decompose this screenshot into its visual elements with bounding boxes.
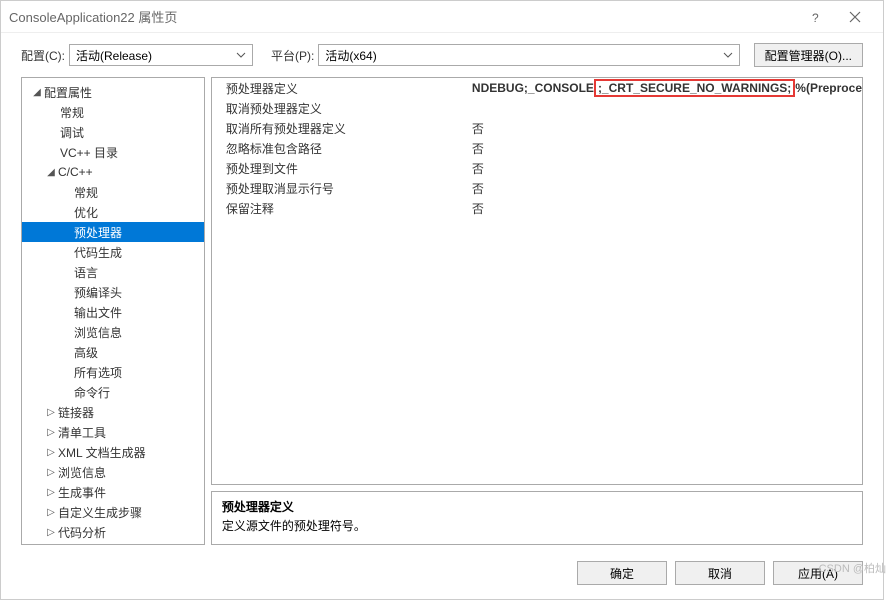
expand-icon: ◢	[44, 167, 58, 178]
right-panel: 预处理器定义 NDEBUG;_CONSOLE;_CRT_SECURE_NO_WA…	[211, 77, 863, 545]
collapse-icon: ▷	[44, 527, 58, 538]
tree-vcdirs[interactable]: VC++ 目录	[22, 142, 204, 162]
grid-label: 预处理器定义	[212, 80, 468, 97]
dialog-footer: 确定 取消 应用(A)	[1, 553, 883, 599]
grid-label: 预处理取消显示行号	[212, 180, 468, 197]
tree-xmldoc[interactable]: ▷XML 文档生成器	[22, 442, 204, 462]
tree-ccpp-pch[interactable]: 预编译头	[22, 282, 204, 302]
grid-row-undef[interactable]: 取消预处理器定义	[212, 98, 862, 118]
property-tree[interactable]: ◢配置属性 常规 调试 VC++ 目录 ◢C/C++ 常规 优化 预处理器 代码…	[22, 78, 204, 544]
tree-linker[interactable]: ▷链接器	[22, 402, 204, 422]
grid-label: 忽略标准包含路径	[212, 140, 468, 157]
grid-row-preproc-defs[interactable]: 预处理器定义 NDEBUG;_CONSOLE;_CRT_SECURE_NO_WA…	[212, 78, 862, 98]
tree-ccpp-output[interactable]: 输出文件	[22, 302, 204, 322]
titlebar: ConsoleApplication22 属性页 ?	[1, 1, 883, 33]
platform-combo[interactable]: 活动(x64)	[318, 44, 739, 66]
tree-general[interactable]: 常规	[22, 102, 204, 122]
tree-ccpp-codegen[interactable]: 代码生成	[22, 242, 204, 262]
grid-value[interactable]: 否	[468, 120, 862, 137]
tree-codeanalysis[interactable]: ▷代码分析	[22, 522, 204, 542]
grid-value[interactable]: NDEBUG;_CONSOLE;_CRT_SECURE_NO_WARNINGS;…	[468, 79, 862, 97]
tree-ccpp-language[interactable]: 语言	[22, 262, 204, 282]
chevron-down-icon	[723, 52, 733, 58]
grid-value[interactable]: 否	[468, 180, 862, 197]
tree-manifest[interactable]: ▷清单工具	[22, 422, 204, 442]
tree-buildevents[interactable]: ▷生成事件	[22, 482, 204, 502]
tree-ccpp-advanced[interactable]: 高级	[22, 342, 204, 362]
grid-label: 保留注释	[212, 200, 468, 217]
property-grid: 预处理器定义 NDEBUG;_CONSOLE;_CRT_SECURE_NO_WA…	[211, 77, 863, 485]
window-title: ConsoleApplication22 属性页	[9, 7, 795, 26]
tree-ccpp-allopts[interactable]: 所有选项	[22, 362, 204, 382]
collapse-icon: ▷	[44, 407, 58, 418]
close-button[interactable]	[835, 3, 875, 31]
config-combo[interactable]: 活动(Release)	[69, 44, 253, 66]
grid-row-ignore-std[interactable]: 忽略标准包含路径否	[212, 138, 862, 158]
config-manager-button[interactable]: 配置管理器(O)...	[754, 43, 863, 67]
collapse-icon: ▷	[44, 447, 58, 458]
apply-button[interactable]: 应用(A)	[773, 561, 863, 585]
collapse-icon: ▷	[44, 427, 58, 438]
tree-browseinfo[interactable]: ▷浏览信息	[22, 462, 204, 482]
grid-row-preproc-file[interactable]: 预处理到文件否	[212, 158, 862, 178]
tree-panel: ◢配置属性 常规 调试 VC++ 目录 ◢C/C++ 常规 优化 预处理器 代码…	[21, 77, 205, 545]
chevron-down-icon	[236, 52, 246, 58]
grid-label: 预处理到文件	[212, 160, 468, 177]
svg-text:?: ?	[812, 11, 819, 24]
collapse-icon: ▷	[44, 507, 58, 518]
grid-value[interactable]: 否	[468, 160, 862, 177]
tree-ccpp[interactable]: ◢C/C++	[22, 162, 204, 182]
platform-label: 平台(P):	[271, 47, 314, 64]
grid-row-keep-comments[interactable]: 保留注释否	[212, 198, 862, 218]
grid-value[interactable]: 否	[468, 200, 862, 217]
description-panel: 预处理器定义 定义源文件的预处理符号。	[211, 491, 863, 545]
grid-row-suppress-line[interactable]: 预处理取消显示行号否	[212, 178, 862, 198]
config-toolbar: 配置(C): 活动(Release) 平台(P): 活动(x64) 配置管理器(…	[1, 33, 883, 77]
description-title: 预处理器定义	[222, 498, 852, 515]
collapse-icon: ▷	[44, 467, 58, 478]
highlight-annotation: ;_CRT_SECURE_NO_WARNINGS;	[594, 79, 795, 97]
tree-ccpp-preprocessor[interactable]: 预处理器	[22, 222, 204, 242]
property-pages-dialog: ConsoleApplication22 属性页 ? 配置(C): 活动(Rel…	[0, 0, 884, 600]
ok-button[interactable]: 确定	[577, 561, 667, 585]
tree-debug[interactable]: 调试	[22, 122, 204, 142]
config-manager-label: 配置管理器(O)...	[765, 47, 852, 64]
grid-label: 取消所有预处理器定义	[212, 120, 468, 137]
config-value: 活动(Release)	[76, 47, 152, 64]
tree-ccpp-optimize[interactable]: 优化	[22, 202, 204, 222]
help-button[interactable]: ?	[795, 3, 835, 31]
grid-value[interactable]: 否	[468, 140, 862, 157]
collapse-icon: ▷	[44, 487, 58, 498]
tree-ccpp-general[interactable]: 常规	[22, 182, 204, 202]
tree-root[interactable]: ◢配置属性	[22, 82, 204, 102]
grid-label: 取消预处理器定义	[212, 100, 468, 117]
platform-value: 活动(x64)	[325, 47, 376, 64]
config-label: 配置(C):	[21, 47, 65, 64]
description-body: 定义源文件的预处理符号。	[222, 517, 852, 534]
tree-custombuild[interactable]: ▷自定义生成步骤	[22, 502, 204, 522]
tree-ccpp-cmdline[interactable]: 命令行	[22, 382, 204, 402]
tree-ccpp-browse[interactable]: 浏览信息	[22, 322, 204, 342]
cancel-button[interactable]: 取消	[675, 561, 765, 585]
main-area: ◢配置属性 常规 调试 VC++ 目录 ◢C/C++ 常规 优化 预处理器 代码…	[1, 77, 883, 553]
expand-icon: ◢	[30, 87, 44, 98]
grid-row-undef-all[interactable]: 取消所有预处理器定义否	[212, 118, 862, 138]
